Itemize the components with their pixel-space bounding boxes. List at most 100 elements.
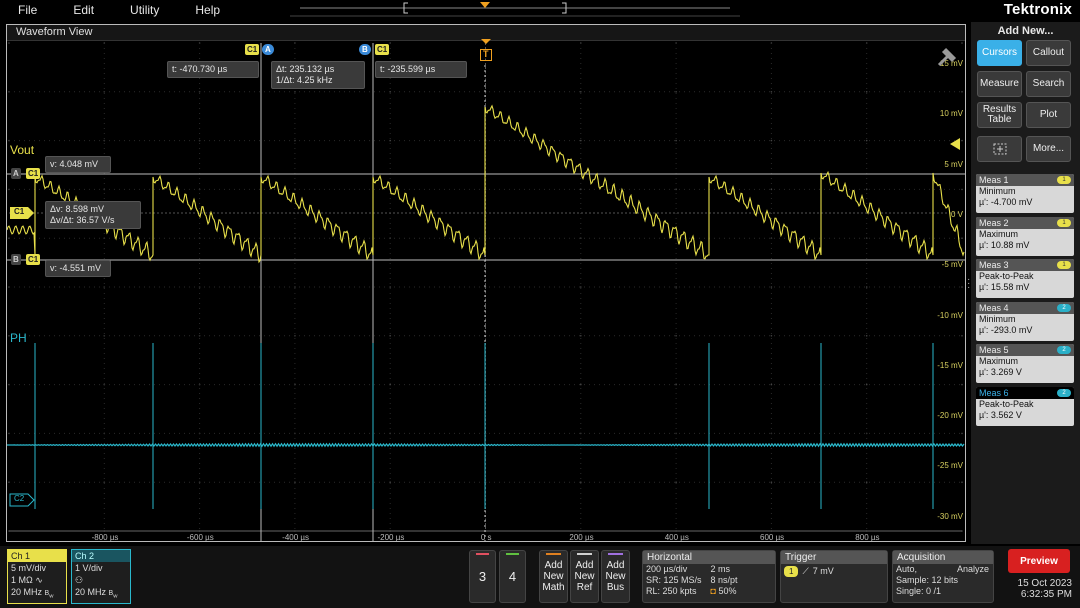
measurement-value: µ': 3.562 V (979, 409, 1022, 420)
settings-bar: Ch 1 5 mV/div 1 MΩ ∿ 20 MHz Bw Ch 2 1 V/… (0, 546, 1080, 608)
cursor-b-source-tag[interactable]: C1 (375, 44, 390, 55)
time-per-point: 8 ns/pt (710, 575, 738, 585)
measurement-value: µ': -293.0 mV (979, 324, 1033, 335)
measurement-value: µ': 3.269 V (979, 367, 1022, 377)
zoom-box-icon (993, 143, 1006, 155)
callout-button[interactable]: Callout (1026, 40, 1071, 66)
measurement-badge-4[interactable]: Meas 4 2 Minimum µ': -293.0 mV (976, 301, 1074, 341)
measurement-source-badge: 2 (1057, 303, 1071, 312)
horizontal-scale: 200 µs/div (646, 564, 688, 574)
ac-coupling-icon: ∿ (35, 575, 43, 585)
measurement-source-badge: 1 (1057, 218, 1071, 227)
trigger-level: 7 mV (812, 566, 834, 576)
measurement-type: Peak-to-Peak (979, 398, 1034, 409)
ch2-badge[interactable]: Ch 2 1 V/div ⚇ 20 MHz Bw (71, 549, 131, 604)
channel-4-button[interactable]: 4 (499, 550, 526, 603)
measurement-badge-6[interactable]: Meas 6 2 Peak-to-Peak µ': 3.562 V (976, 386, 1074, 426)
trigger-badge[interactable]: Trigger 1 ⟋ 7 mV (780, 550, 888, 603)
trigger-position-marker[interactable]: T (479, 39, 493, 63)
measurement-source-badge: 2 (1057, 346, 1071, 354)
x-axis-label: 200 µs (569, 533, 594, 542)
record-duration: 2 ms (710, 564, 731, 574)
add-bus-button[interactable]: Add New Bus (601, 550, 630, 603)
measurement-name: Meas 6 (979, 387, 1009, 398)
measurement-source-badge: 1 (1057, 261, 1071, 269)
search-button[interactable]: Search (1026, 71, 1071, 97)
y-axis-label: -5 mV (941, 260, 963, 270)
inverse-delta-time-value: 1/Δt: 4.25 kHz (276, 75, 333, 85)
measurement-name: Meas 1 (979, 175, 1009, 185)
more-button[interactable]: More... (1026, 136, 1071, 162)
ref-color-bar (577, 553, 592, 555)
trigger-row: 1 ⟋ 7 mV (781, 566, 887, 577)
cursor-a-horizontal-source-tag[interactable]: C1 (26, 168, 41, 179)
record-length: RL: 250 kpts (646, 586, 697, 596)
y-axis-label: 10 mV (939, 109, 963, 119)
ch2-offset-marker-label: C2 (14, 494, 25, 503)
sample-bits: Sample: 12 bits (896, 575, 959, 585)
channel-3-button[interactable]: 3 (469, 550, 496, 603)
cursor-a-voltage-readout: v: 4.048 mV (45, 156, 111, 173)
add-math-button[interactable]: Add New Math (539, 550, 568, 603)
cursor-a-tag[interactable]: A (262, 44, 274, 55)
menu-utility[interactable]: Utility (112, 3, 177, 17)
probe-icon: ⚇ (75, 575, 84, 585)
horizontal-row-1: 200 µs/div 2 ms (643, 564, 775, 575)
cursor-b-horizontal-source-tag[interactable]: C1 (26, 254, 41, 265)
bandwidth-limit-icon: Bw (44, 590, 54, 600)
ch1-badge[interactable]: Ch 1 5 mV/div 1 MΩ ∿ 20 MHz Bw (7, 549, 67, 604)
waveform-view[interactable]: Waveform View 15 mV 10 mV 5 mV 0 V -5 mV -10 … (6, 24, 966, 542)
cursor-a-source-tag[interactable]: C1 (245, 44, 260, 55)
record-timeline[interactable] (290, 0, 740, 20)
position-row: ◘ 50% (711, 586, 776, 597)
measurement-badge-1[interactable]: Meas 1 1 Minimum µ': -4.700 mV (976, 174, 1074, 213)
ch2-title: Ch 2 (72, 550, 130, 562)
trigger-source: 1 (784, 566, 799, 577)
preview-button[interactable]: Preview (1008, 549, 1070, 573)
results-table-button[interactable]: Results Table (977, 102, 1022, 128)
y-axis-label: -10 mV (937, 310, 963, 320)
math-color-bar (546, 553, 561, 555)
measurement-value: µ': 15.58 mV (979, 282, 1030, 292)
results-panel: Add New... Cursors Callout Measure Searc… (971, 22, 1080, 544)
cursor-delta-readout: Δt: 235.132 µs 1/Δt: 4.25 kHz (271, 61, 365, 89)
measurement-badge-2[interactable]: Meas 2 1 Maximum µ': 10.88 mV (976, 216, 1074, 256)
cursors-button[interactable]: Cursors (977, 40, 1022, 66)
ch2-offset-marker[interactable]: C2 (9, 493, 35, 507)
acquisition-badge[interactable]: Acquisition Auto, Analyze Sample: 12 bits… (892, 550, 994, 603)
ch1-bandwidth: 20 MHz (11, 587, 43, 597)
ch1-offset-marker[interactable]: C1 (9, 206, 35, 220)
trigger-title: Trigger (781, 551, 887, 564)
add-ref-button[interactable]: Add New Ref (570, 550, 599, 603)
measurement-badge-3[interactable]: Meas 3 1 Peak-to-Peak µ': 15.58 mV (976, 259, 1074, 298)
menu-file[interactable]: File (0, 3, 55, 17)
cursor-a-time-readout: t: -470.730 µs (167, 61, 259, 78)
horizontal-badge[interactable]: Horizontal 200 µs/div 2 ms SR: 125 MS/s 8 … (642, 550, 776, 603)
x-axis-label: -600 µs (186, 533, 214, 542)
panel-resize-handle[interactable]: · · · (967, 275, 970, 293)
cursor-b-tag[interactable]: B (359, 44, 371, 55)
horizontal-position: 50% (718, 586, 737, 596)
ch4-color-bar (506, 553, 519, 555)
trigger-level-marker[interactable] (949, 138, 961, 150)
plot-button[interactable]: Plot (1026, 102, 1071, 128)
measurement-source-badge: 1 (1057, 176, 1071, 184)
delta-time-value: Δt: 235.132 µs (276, 64, 335, 74)
delta-voltage-value: Δv: 8.598 mV (50, 204, 105, 214)
measurement-badge-5[interactable]: Meas 5 2 Maximum µ': 3.269 V (976, 344, 1074, 383)
cursor-b-horizontal-tag[interactable]: B (11, 254, 21, 265)
menu-help[interactable]: Help (177, 3, 238, 17)
measurement-type: Maximum (979, 228, 1019, 239)
measure-button[interactable]: Measure (977, 71, 1022, 97)
pin-icon[interactable] (935, 45, 959, 69)
ch1-label: Vout (10, 143, 35, 157)
zoom-button[interactable] (977, 136, 1022, 162)
menu-edit[interactable]: Edit (55, 3, 112, 17)
x-axis-label: -200 µs (377, 533, 405, 542)
cursor-a-horizontal-tag[interactable]: A (11, 168, 21, 179)
measurement-type: Maximum (979, 356, 1019, 366)
trigger-position-marker-label: T (483, 49, 489, 59)
ch1-bandwidth-row: 20 MHz Bw (8, 586, 66, 602)
ch2-scale: 1 V/div (75, 563, 103, 573)
ch2-bandwidth-row: 20 MHz Bw (72, 586, 130, 602)
